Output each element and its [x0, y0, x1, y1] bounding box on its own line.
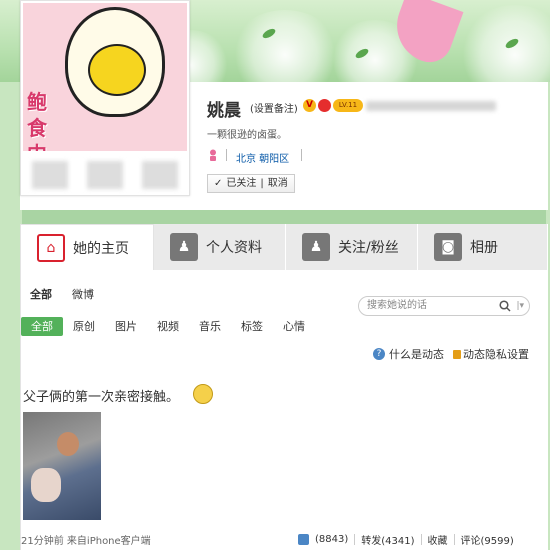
feed-filter-main: 全部 微博: [30, 286, 94, 302]
post-image[interactable]: [23, 412, 101, 520]
divider: [301, 149, 302, 161]
question-icon: ?: [373, 348, 385, 360]
location-link[interactable]: 北京 朝阳区: [236, 150, 289, 165]
favorite-button[interactable]: 收藏: [428, 532, 448, 547]
left-background: [0, 0, 22, 550]
check-icon: ✓: [214, 178, 223, 189]
vip-heart-icon[interactable]: [318, 99, 331, 112]
avatar-frame: 鲍食中: [20, 0, 190, 196]
subfilter-video[interactable]: 视频: [147, 317, 189, 336]
filter-all[interactable]: 全部: [30, 286, 52, 302]
privacy-link[interactable]: 动态隐私设置: [453, 346, 529, 362]
profile-tabs: ⌂ 她的主页 ♟ 个人资料 ♟ 关注/粉丝 ◙ 相册: [20, 224, 548, 271]
feed-panel: 全部 微博 搜索她说的话 |▾ 全部 原创 图片 视频 音乐 标签 心情 ? 什…: [20, 270, 548, 550]
divider: [420, 534, 422, 545]
lock-icon: [453, 349, 461, 359]
privacy-link-label: 动态隐私设置: [463, 348, 529, 361]
search-placeholder: 搜索她说的话: [367, 300, 427, 311]
subfilter-music[interactable]: 音乐: [189, 317, 231, 336]
tab-following-label: 关注/粉丝: [338, 240, 399, 256]
photo-baby: [31, 468, 61, 502]
subfilter-mood[interactable]: 心情: [273, 317, 315, 336]
set-remark-link[interactable]: (设置备注): [250, 100, 298, 115]
help-link[interactable]: ? 什么是动态: [373, 346, 444, 362]
filter-weibo[interactable]: 微博: [72, 286, 94, 302]
camera-icon: ◙: [434, 233, 462, 261]
profile-bio: 一颗很逊的卤蛋。: [207, 130, 287, 141]
chevron-down-icon[interactable]: |▾: [516, 297, 524, 315]
avatar[interactable]: 鲍食中: [23, 3, 187, 151]
tab-profile-info[interactable]: ♟ 个人资料: [154, 224, 286, 270]
avatar-caption: 鲍食中: [27, 90, 47, 151]
level-badge[interactable]: LV.11: [333, 99, 363, 112]
comment-button[interactable]: 评论(9599): [461, 532, 514, 547]
help-link-label: 什么是动态: [389, 348, 444, 361]
search-input[interactable]: 搜索她说的话 |▾: [358, 296, 530, 316]
female-icon: [210, 149, 216, 161]
stat-following[interactable]: [32, 161, 69, 189]
post-meta: 21分钟前 来自iPhone客户端: [21, 532, 151, 547]
egg-yolk: [88, 44, 146, 96]
divider: [453, 534, 455, 545]
like-count[interactable]: (8843): [315, 534, 348, 545]
subfilter-original[interactable]: 原创: [63, 317, 105, 336]
weibo-profile-page: 鲍食中 姚晨 (设置备注) V LV.11 一颗很逊的卤蛋。 北京 朝阳区 ✓ …: [0, 0, 550, 550]
subfilter-all[interactable]: 全部: [21, 317, 63, 336]
tab-home-label: 她的主页: [73, 241, 129, 257]
subfilter-image[interactable]: 图片: [105, 317, 147, 336]
feed-subfilter: 全部 原创 图片 视频 音乐 标签 心情: [21, 317, 315, 336]
repost-button[interactable]: 转发(4341): [361, 532, 414, 547]
follow-status-box: ✓ 已关注 | 取消: [207, 174, 295, 193]
emoji-icon: [193, 384, 213, 404]
tab-album[interactable]: ◙ 相册: [418, 224, 548, 270]
subfilter-tag[interactable]: 标签: [231, 317, 273, 336]
followed-label: 已关注: [226, 178, 257, 189]
divider: |: [260, 178, 264, 189]
search-icon[interactable]: [499, 300, 511, 312]
unfollow-button[interactable]: 取消: [268, 175, 288, 192]
post-source[interactable]: 来自iPhone客户端: [67, 536, 151, 547]
tab-following[interactable]: ♟ 关注/粉丝: [286, 224, 418, 270]
photo-person: [57, 432, 79, 456]
home-icon: ⌂: [37, 234, 65, 262]
post-time[interactable]: 21分钟前: [21, 536, 64, 547]
tab-profile-info-label: 个人资料: [206, 240, 262, 256]
stat-posts[interactable]: [141, 161, 178, 189]
users-icon: ♟: [302, 233, 330, 261]
divider: [226, 149, 227, 161]
verified-badge[interactable]: V: [303, 99, 316, 112]
stat-followers[interactable]: [86, 161, 123, 189]
thumbs-up-icon[interactable]: [298, 534, 309, 545]
user-icon: ♟: [170, 233, 198, 261]
post-text: 父子俩的第一次亲密接触。: [23, 390, 180, 405]
profile-stats: [23, 151, 187, 189]
egg-character: [65, 7, 165, 117]
tab-home[interactable]: ⌂ 她的主页: [20, 224, 154, 271]
blurred-badges: [366, 101, 496, 111]
post-actions: (8843) 转发(4341) 收藏 评论(9599): [298, 532, 514, 547]
profile-name: 姚晨: [207, 101, 241, 121]
tab-album-label: 相册: [470, 240, 498, 256]
divider: [354, 534, 356, 545]
